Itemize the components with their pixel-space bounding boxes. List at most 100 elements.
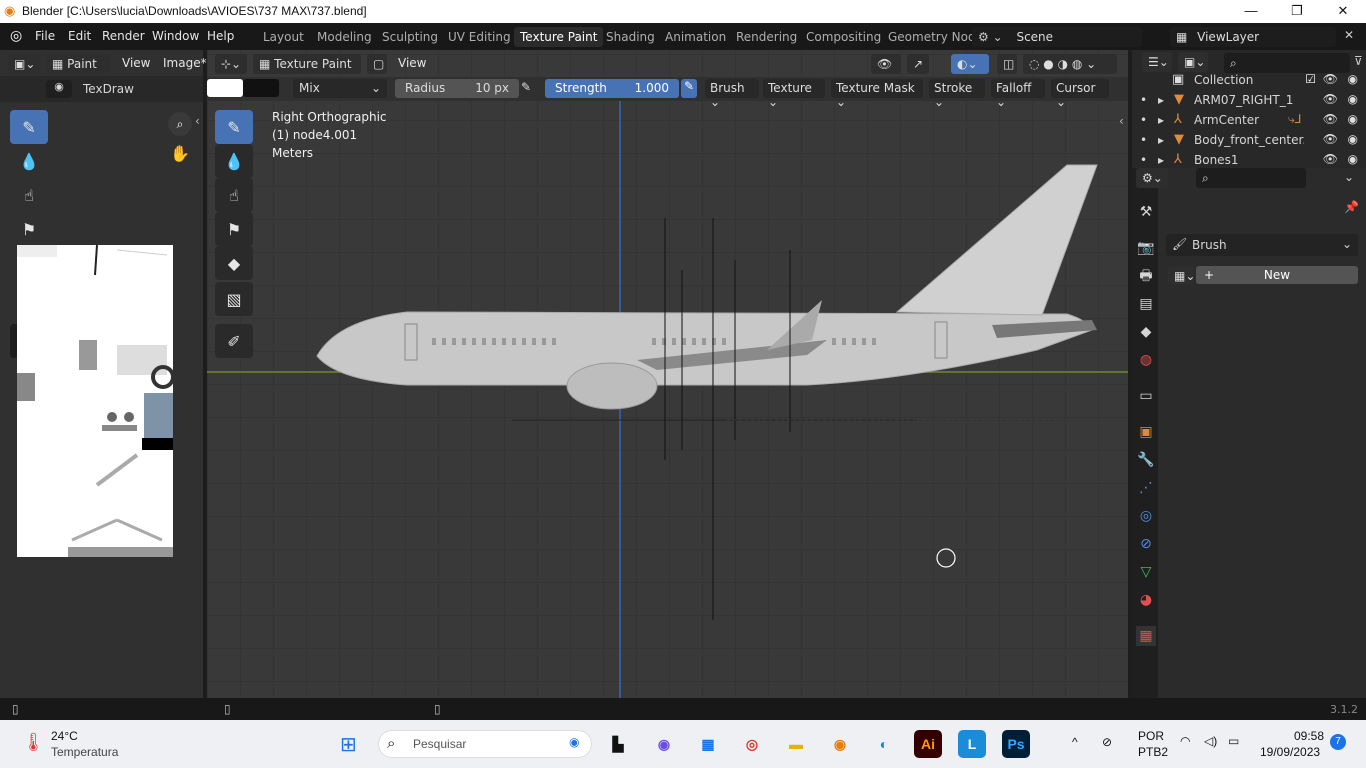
- task-view-icon[interactable]: ▙: [604, 730, 632, 758]
- brush-panel-header[interactable]: 🖌 Brush ⌄: [1166, 234, 1358, 256]
- modifier-tab-icon[interactable]: 🔧: [1136, 450, 1156, 470]
- expand-icon[interactable]: ▸: [1158, 133, 1164, 147]
- brush-menu[interactable]: Brush ⌄: [705, 79, 759, 109]
- expand-icon[interactable]: ▸: [1158, 153, 1164, 167]
- eye-icon[interactable]: 👁: [1323, 92, 1338, 106]
- chat-icon[interactable]: ◉: [650, 730, 678, 758]
- blend-mode-dropdown[interactable]: Mix ⌄: [293, 79, 387, 98]
- wifi-icon[interactable]: ◠: [1180, 734, 1190, 748]
- texture-paint-mode-dropdown[interactable]: ▦ Texture Paint ⌄: [253, 54, 361, 85]
- camera-icon[interactable]: ◉: [1348, 92, 1358, 106]
- image-editor-view-menu[interactable]: View: [122, 56, 150, 70]
- expand-icon[interactable]: ▸: [1158, 93, 1164, 107]
- strength-pressure-icon[interactable]: ✎: [681, 79, 697, 98]
- data-tab-icon[interactable]: ▽: [1136, 562, 1156, 582]
- secondary-color-swatch[interactable]: [243, 79, 279, 97]
- constraints-tab-icon[interactable]: ⊘: [1136, 534, 1156, 554]
- smear-tool-icon[interactable]: ☝: [10, 178, 48, 212]
- vp-smear-tool-icon[interactable]: ☝: [215, 178, 253, 212]
- strength-field[interactable]: Strength 1.000: [545, 79, 679, 98]
- outliner-row-arm07[interactable]: • ▸ ▼ ARM07_RIGHT_1 👁 ◉: [1132, 90, 1366, 110]
- mask-toggle-icon[interactable]: ▢: [367, 54, 387, 74]
- network-alert-icon[interactable]: ⊘: [1102, 735, 1112, 749]
- scene-tab-icon[interactable]: ◆: [1136, 322, 1156, 342]
- vp-mask-tool-icon[interactable]: ▧: [215, 282, 253, 316]
- collection-tab-icon[interactable]: ▭: [1136, 386, 1156, 406]
- brush-icon[interactable]: ◉: [46, 80, 72, 98]
- vp-clone-tool-icon[interactable]: ⚑: [215, 212, 253, 246]
- tab-animation[interactable]: Animation: [659, 27, 732, 47]
- tab-uv-editing[interactable]: UV Editing: [442, 27, 517, 47]
- illustrator-icon[interactable]: Ai: [914, 730, 942, 758]
- radius-pressure-icon[interactable]: ✎: [521, 80, 537, 94]
- particles-tab-icon[interactable]: ⋰: [1136, 478, 1156, 498]
- file-explorer-icon[interactable]: ▬: [782, 730, 810, 758]
- menu-window[interactable]: Window: [152, 29, 199, 43]
- tab-sculpting[interactable]: Sculpting: [376, 27, 444, 47]
- texture-menu[interactable]: Texture ⌄: [763, 79, 825, 109]
- editor-type-icon[interactable]: ▣⌄: [8, 54, 40, 74]
- xray-icon[interactable]: ◫: [997, 54, 1017, 74]
- tab-layout[interactable]: Layout: [257, 27, 310, 47]
- weather-temp[interactable]: 24°C: [51, 729, 78, 743]
- lightroom-icon[interactable]: L: [958, 730, 986, 758]
- paint-mode-dropdown[interactable]: ▦ Paint ⌄: [46, 54, 110, 85]
- menu-file[interactable]: File: [35, 29, 55, 43]
- close-view-layer-icon[interactable]: ✕: [1344, 28, 1354, 42]
- pin-icon[interactable]: 📌: [1344, 200, 1359, 214]
- taskbar-search-box[interactable]: ⌕ Pesquisar ◉: [378, 730, 592, 758]
- 3d-viewport[interactable]: ⊹⌄ ▦ Texture Paint ⌄ ▢ View 👁⌄ ↗ ◐⌄ ◫ ◌ …: [207, 50, 1128, 698]
- language-top[interactable]: POR: [1138, 729, 1164, 743]
- eye-icon[interactable]: 👁: [1323, 72, 1338, 86]
- tab-rendering[interactable]: Rendering: [730, 27, 803, 47]
- thermometer-icon[interactable]: 🌡: [22, 732, 45, 753]
- properties-search-input[interactable]: ⌕: [1196, 168, 1306, 188]
- props-options-icon[interactable]: ⌄: [1344, 170, 1354, 184]
- outliner-filter-icon[interactable]: ⊽: [1354, 54, 1363, 68]
- material-tab-icon[interactable]: ◕: [1136, 590, 1156, 610]
- scene-selector[interactable]: ⚙ ⌄ Scene: [972, 27, 1142, 47]
- outliner-display-mode-icon[interactable]: ▣⌄: [1178, 52, 1208, 72]
- tab-shading[interactable]: Shading: [600, 27, 661, 47]
- sidebar-toggle-icon[interactable]: ‹: [1119, 114, 1124, 128]
- output-tab-icon[interactable]: 🖶: [1136, 266, 1156, 286]
- texture-image[interactable]: [17, 245, 173, 557]
- view-layer-tab-icon[interactable]: ▤: [1136, 294, 1156, 314]
- outliner-row-bones1[interactable]: • ▸ ⅄ Bones1 👁 ◉: [1132, 150, 1366, 168]
- tray-chevron-icon[interactable]: ^: [1072, 735, 1078, 749]
- chrome-icon[interactable]: ◎: [738, 730, 766, 758]
- volume-icon[interactable]: ◁): [1204, 734, 1217, 748]
- falloff-menu[interactable]: Falloff ⌄: [991, 79, 1045, 109]
- gizmo-icon[interactable]: ↗: [907, 54, 929, 74]
- close-button[interactable]: ✕: [1320, 0, 1366, 23]
- exclude-checkbox-icon[interactable]: ☑: [1305, 72, 1316, 86]
- battery-icon[interactable]: ▭: [1228, 734, 1239, 748]
- viewport-editor-type-icon[interactable]: ⊹⌄: [215, 54, 247, 74]
- outliner-editor-type-icon[interactable]: ☰⌄: [1142, 52, 1172, 72]
- outliner-row-body-front[interactable]: • ▸ ▼ Body_front_center.00 👁 ◉: [1132, 130, 1366, 150]
- stroke-menu[interactable]: Stroke ⌄: [929, 79, 985, 109]
- props-editor-type-icon[interactable]: ⚙⌄: [1136, 168, 1168, 188]
- outliner-row-collection[interactable]: ▣ Collection ☑ 👁 ◉: [1132, 70, 1366, 90]
- clone-tool-icon[interactable]: ⚑: [10, 212, 48, 246]
- tab-compositing[interactable]: Compositing: [800, 27, 887, 47]
- brush-browse-icon[interactable]: ▦⌄: [1168, 266, 1195, 284]
- texture-mask-menu[interactable]: Texture Mask ⌄: [831, 79, 923, 109]
- expand-icon[interactable]: ▸: [1158, 113, 1164, 127]
- camera-icon[interactable]: ◉: [1348, 72, 1358, 86]
- vp-fill-tool-icon[interactable]: ◆: [215, 246, 253, 280]
- maximize-button[interactable]: ❐: [1274, 0, 1320, 23]
- menu-help[interactable]: Help: [207, 29, 234, 43]
- viewport-view-menu[interactable]: View: [398, 56, 426, 70]
- menu-edit[interactable]: Edit: [68, 29, 91, 43]
- clock-time[interactable]: 09:58: [1294, 729, 1324, 743]
- tab-modeling[interactable]: Modeling: [311, 27, 378, 47]
- render-tab-icon[interactable]: 📷: [1136, 238, 1156, 258]
- tab-texture-paint[interactable]: Texture Paint: [514, 27, 604, 47]
- vp-soften-tool-icon[interactable]: 💧: [215, 144, 253, 178]
- edge-icon[interactable]: ◐: [870, 730, 898, 758]
- eye-icon[interactable]: 👁: [1323, 112, 1338, 126]
- pan-hand-icon[interactable]: ✋: [168, 142, 192, 166]
- blender-menu-icon[interactable]: ◎: [10, 28, 22, 44]
- tool-tab-icon[interactable]: ⚒: [1136, 202, 1156, 222]
